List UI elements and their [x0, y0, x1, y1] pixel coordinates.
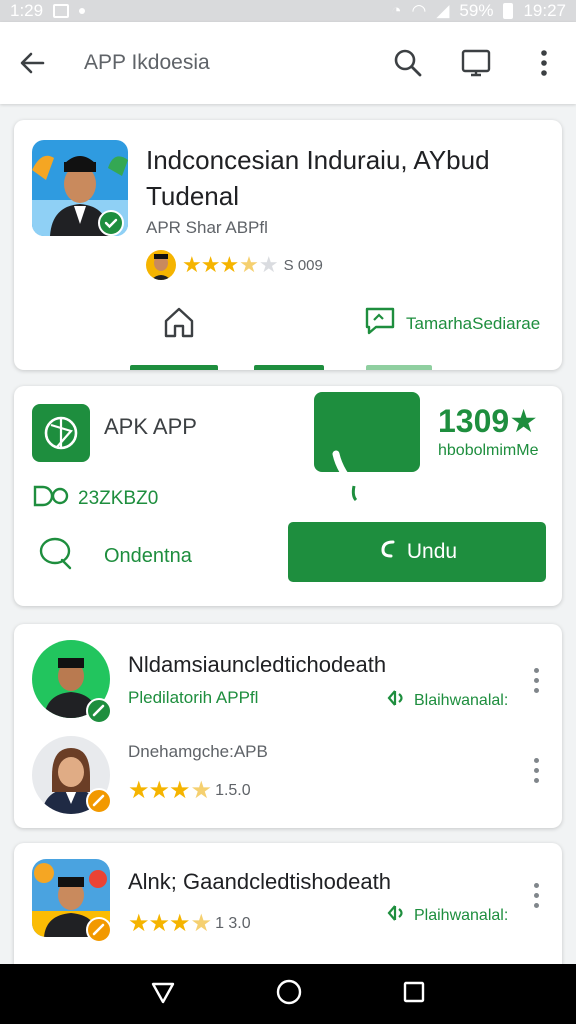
size-info: 23ZKBZ0 — [32, 484, 158, 514]
download-icon — [377, 538, 399, 566]
status-time-right: 19:27 — [523, 1, 566, 20]
gallery-notification-icon — [53, 4, 70, 18]
share-label: TamarhaSediarae — [406, 313, 541, 333]
list-item-rating: ★★★ ★ 1 3.0 — [128, 909, 251, 938]
system-nav-bar — [0, 964, 576, 1024]
cast-icon[interactable] — [458, 45, 494, 81]
size-label: 23ZKBZ0 — [78, 488, 159, 509]
list-item-tag-label: Plaihwanalal: — [414, 906, 509, 924]
list-item-tag-label: Blaihwanalal: — [414, 691, 509, 709]
rating-stars: ★★★ ★ — [128, 777, 212, 804]
more-vert-icon[interactable] — [532, 883, 540, 908]
rating-stars: ★★★ ★ — [128, 910, 212, 937]
size-icon — [32, 484, 70, 514]
app-list-card: Nldamsiauncledtichodeath Pledilatorih AP… — [14, 624, 562, 828]
list-item-rating: ★★★ ★ 1.5.0 — [128, 776, 251, 805]
update-badge-icon — [86, 788, 112, 814]
more-vert-icon[interactable] — [532, 758, 540, 783]
nav-recents-icon[interactable] — [402, 980, 426, 1009]
list-item-subtitle: Pledilatorih APPfl — [128, 688, 259, 707]
download-button[interactable]: Undu — [288, 522, 546, 582]
rating-value: 1.5.0 — [215, 781, 251, 799]
tab-indicator-1 — [130, 365, 218, 370]
score-label: hbobolmimMe — [438, 442, 539, 459]
app-rating: ★★★ ★ ★ S 009 — [146, 250, 323, 280]
tab-indicator-2 — [254, 365, 324, 370]
download-card: APK APP 1309★ hbobolmimMe 23ZKBZ0 Ondent… — [14, 386, 562, 606]
rating-stars: ★★★ ★ ★ — [182, 252, 279, 277]
verified-badge-icon — [98, 210, 124, 236]
app-detail-card: Indconcesian Induraiu, AYbud Tudenal APR… — [14, 120, 562, 370]
verified-badge-icon — [86, 698, 112, 724]
list-item-title[interactable]: Nldamsiauncledtichodeath — [128, 652, 386, 678]
details-label: Ondentna — [104, 544, 192, 567]
app-title: Indconcesian Induraiu, AYbud Tudenal — [146, 145, 490, 211]
app-developer[interactable]: APR Shar ABPfl — [146, 218, 268, 238]
download-label: Undu — [406, 540, 458, 563]
list-item-tag: Plaihwanalal: — [386, 903, 508, 928]
more-vert-icon[interactable] — [532, 668, 540, 693]
app-bar: APP Ikdoesia — [0, 22, 576, 104]
nav-back-icon[interactable] — [150, 979, 176, 1010]
chat-icon — [364, 306, 396, 341]
status-bar: 1:29 ◔ ◠ ◢ 59% 19:27 — [0, 0, 576, 22]
signal-icon: ◢ — [436, 1, 450, 20]
apk-app-icon[interactable] — [32, 404, 90, 462]
tab-indicator-3 — [366, 365, 432, 370]
audio-icon — [386, 903, 408, 928]
details-link[interactable]: Ondentna — [38, 536, 192, 576]
chat-bubble-icon — [38, 536, 74, 576]
phone-icon — [314, 392, 420, 502]
score-value: 1309★ — [438, 403, 538, 439]
list-item-tag: Blaihwanalal: — [386, 688, 508, 713]
app-bar-title: APP Ikdoesia — [84, 51, 210, 74]
battery-icon — [503, 3, 514, 19]
share-link[interactable]: TamarhaSediarae — [364, 306, 540, 341]
list-item-title[interactable]: Alnk; Gaandcledtishodeath — [128, 869, 391, 895]
list-item-title[interactable]: Dnehamgche:APB — [128, 742, 268, 762]
search-icon[interactable] — [390, 45, 426, 81]
rating-count: S 009 — [283, 256, 323, 274]
nav-home-icon[interactable] — [275, 978, 303, 1011]
battery-percent: 59% — [459, 1, 494, 20]
status-time-left: 1:29 — [10, 1, 44, 20]
home-icon[interactable] — [162, 305, 196, 344]
notification-dot-icon — [79, 8, 86, 14]
apk-app-name: APK APP — [104, 414, 197, 439]
rating-value: 1 3.0 — [215, 914, 251, 932]
wifi-icon: ◠ — [411, 1, 427, 20]
audio-icon — [386, 688, 408, 713]
app-list-card-2: Alnk; Gaandcledtishodeath ★★★ ★ 1 3.0 Pla… — [14, 843, 562, 968]
vibrate-icon: ◔ — [391, 1, 402, 20]
more-vert-icon[interactable] — [526, 45, 562, 81]
back-arrow-icon[interactable] — [14, 45, 50, 81]
developer-avatar — [146, 250, 176, 280]
update-badge-icon — [86, 917, 112, 943]
